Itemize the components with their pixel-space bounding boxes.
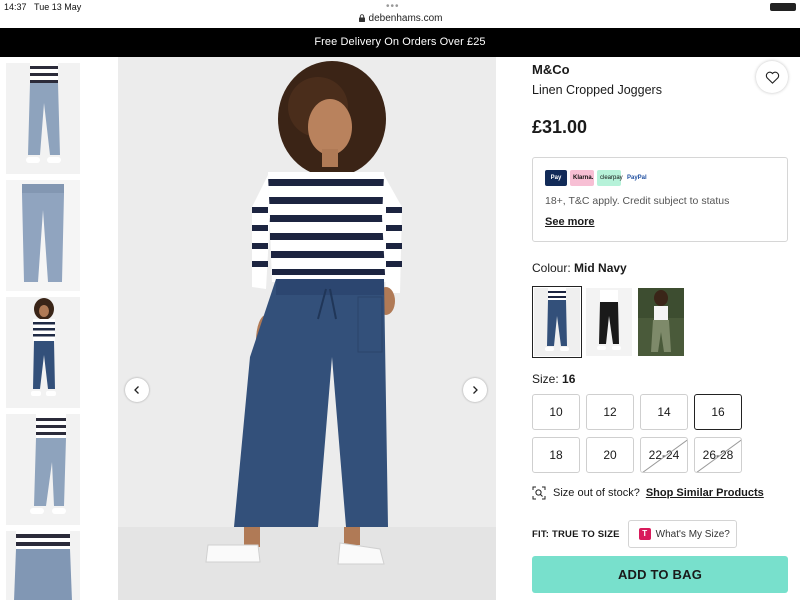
out-of-stock-question: Size out of stock?: [553, 487, 640, 499]
fit-label: FIT: TRUE TO SIZE: [532, 528, 620, 540]
see-more-link[interactable]: See more: [545, 216, 595, 228]
thumbnail-2[interactable]: [6, 180, 80, 291]
model-striped-top-image: [6, 63, 80, 174]
tab-dots-indicator[interactable]: •••: [386, 1, 400, 12]
mid-navy-swatch-image: [534, 288, 580, 356]
prev-image-button[interactable]: [125, 378, 149, 402]
add-to-bag-button[interactable]: ADD TO BAG: [532, 556, 788, 593]
status-time: 14:37 Tue 13 May: [4, 2, 82, 12]
thumbnail-3[interactable]: [6, 297, 80, 408]
image-search-icon: [532, 486, 546, 500]
whats-my-size-label: What's My Size?: [655, 528, 730, 540]
model-side-image: [6, 414, 80, 525]
lock-icon: [358, 14, 365, 22]
address-bar[interactable]: debenhams.com: [0, 13, 800, 24]
credit-terms-text: 18+, T&C apply. Credit subject to status: [545, 195, 730, 207]
size-option-16[interactable]: 16: [694, 394, 742, 430]
fit-row: FIT: TRUE TO SIZE T What's My Size?: [532, 520, 737, 548]
product-title: Linen Cropped Joggers: [532, 83, 662, 97]
size-option-18[interactable]: 18: [532, 437, 580, 473]
thumbnail-5[interactable]: [6, 531, 80, 600]
chevron-right-icon: [473, 386, 478, 394]
battery-indicator: [756, 2, 796, 11]
size-option-22-24[interactable]: 22-24: [640, 437, 688, 473]
thumbnail-gallery: [6, 63, 80, 600]
shop-similar-products-link[interactable]: Shop Similar Products: [646, 487, 764, 499]
klarna-logo: Klarna.: [570, 170, 594, 186]
pay-logo: Pay: [545, 170, 567, 186]
swatch-khaki[interactable]: [638, 288, 684, 356]
size-option-14[interactable]: 14: [640, 394, 688, 430]
size-selector: 10 12 14 16 18 20 22-24 26-28: [532, 394, 744, 473]
model-front-image: [6, 297, 80, 408]
paypal-logo: PayPal: [624, 170, 647, 186]
selected-size: 16: [562, 372, 576, 386]
model-closeup-image: [6, 531, 80, 600]
next-image-button[interactable]: [463, 378, 487, 402]
wishlist-button[interactable]: [756, 61, 788, 93]
product-brand[interactable]: M&Co: [532, 62, 570, 77]
browser-status-bar: 14:37 Tue 13 May ••• debenhams.com: [0, 0, 800, 28]
swatch-mid-navy[interactable]: [532, 286, 582, 358]
size-option-10[interactable]: 10: [532, 394, 580, 430]
credit-options-box: Pay Klarna. clearpay PayPal 18+, T&C app…: [532, 157, 788, 242]
url-text: debenhams.com: [368, 13, 443, 24]
model-wearing-joggers-image: [118, 57, 496, 600]
product-price: £31.00: [532, 117, 588, 137]
khaki-swatch-image: [638, 288, 684, 356]
size-tool-logo: T: [638, 528, 651, 540]
size-out-of-stock-row: Size out of stock? Shop Similar Products: [532, 486, 764, 500]
size-label: Size: 16: [532, 372, 576, 386]
flat-trousers-image: [6, 180, 80, 291]
colour-swatches: [532, 286, 684, 358]
clearpay-logo: clearpay: [597, 170, 623, 186]
payment-logos: Pay Klarna. clearpay PayPal: [545, 170, 647, 186]
heart-icon: [765, 71, 779, 84]
thumbnail-4[interactable]: [6, 414, 80, 525]
swatch-black[interactable]: [586, 288, 632, 356]
selected-colour: Mid Navy: [574, 261, 627, 275]
whats-my-size-button[interactable]: T What's My Size?: [627, 520, 737, 548]
size-option-26-28[interactable]: 26-28: [694, 437, 742, 473]
promo-banner[interactable]: Free Delivery On Orders Over £25: [0, 28, 800, 57]
size-option-12[interactable]: 12: [586, 394, 634, 430]
black-swatch-image: [586, 288, 632, 356]
size-option-20[interactable]: 20: [586, 437, 634, 473]
main-product-image[interactable]: [118, 57, 496, 600]
colour-label: Colour: Mid Navy: [532, 261, 627, 275]
thumbnail-1[interactable]: [6, 63, 80, 174]
chevron-left-icon: [134, 386, 139, 394]
